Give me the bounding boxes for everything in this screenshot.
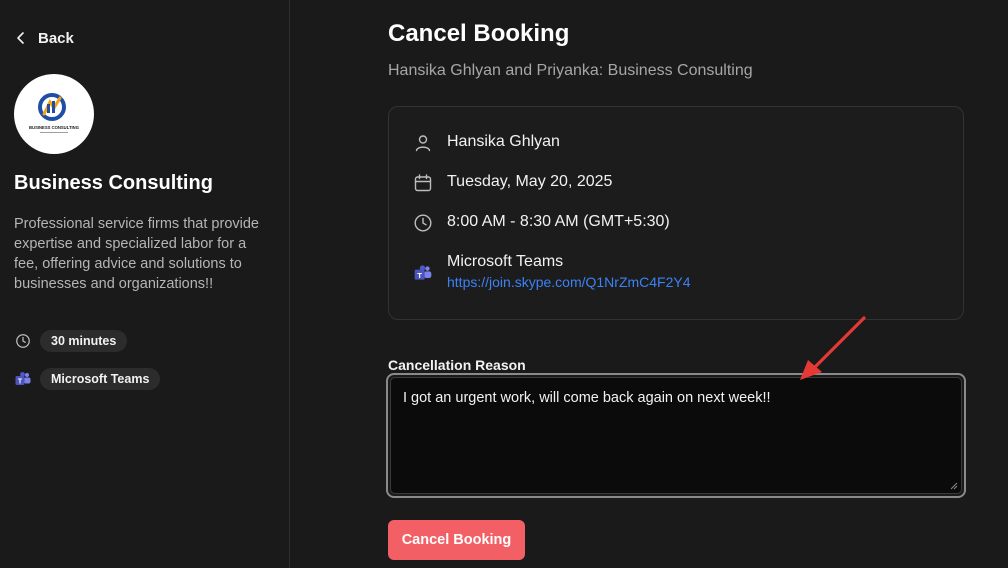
meeting-link[interactable]: https://join.skype.com/Q1NrZmC4F2Y4 — [447, 274, 691, 290]
attendee-name: Hansika Ghlyan — [447, 133, 560, 150]
event-title: Business Consulting — [14, 172, 213, 194]
svg-text:T: T — [18, 378, 23, 385]
svg-text:T: T — [417, 271, 422, 280]
attendee-row: Hansika Ghlyan — [413, 133, 560, 153]
company-logo: BUSINESS CONSULTING — [14, 74, 94, 154]
microsoft-teams-icon: T — [413, 263, 433, 283]
microsoft-teams-icon: T — [14, 370, 32, 388]
calendar-icon — [413, 173, 433, 193]
location-detail-row: T Microsoft Teams https://join.skype.com… — [413, 253, 691, 290]
location-badge: Microsoft Teams — [40, 368, 161, 390]
date-row: Tuesday, May 20, 2025 — [413, 173, 612, 193]
clock-icon — [413, 213, 433, 233]
time-row: 8:00 AM - 8:30 AM (GMT+5:30) — [413, 213, 670, 233]
user-icon — [413, 133, 433, 153]
cancellation-reason-wrapper: I got an urgent work, will come back aga… — [386, 373, 966, 498]
page-title: Cancel Booking — [388, 20, 570, 47]
business-consulting-logo-icon: BUSINESS CONSULTING — [29, 93, 79, 133]
svg-text:BUSINESS CONSULTING: BUSINESS CONSULTING — [29, 125, 79, 130]
back-label: Back — [38, 29, 74, 47]
duration-row: 30 minutes — [14, 330, 128, 352]
app-root: Back BUSINESS CONSULTING Business Consul… — [0, 0, 1008, 568]
sidebar: Back BUSINESS CONSULTING Business Consul… — [0, 0, 290, 568]
main-panel: Cancel Booking Hansika Ghlyan and Priyan… — [386, 0, 968, 568]
booking-details-card: Hansika Ghlyan Tuesday, May 20, 2025 8:0… — [388, 106, 964, 320]
clock-icon — [14, 332, 32, 350]
chevron-left-icon — [17, 32, 24, 44]
event-description: Professional service firms that provide … — [14, 216, 259, 292]
cancel-booking-button[interactable]: Cancel Booking — [388, 520, 525, 560]
booking-date: Tuesday, May 20, 2025 — [447, 173, 613, 190]
booking-time: 8:00 AM - 8:30 AM (GMT+5:30) — [447, 213, 670, 230]
page-subtitle: Hansika Ghlyan and Priyanka: Business Co… — [388, 62, 753, 79]
resize-handle-icon[interactable] — [950, 482, 958, 490]
duration-badge: 30 minutes — [40, 330, 128, 352]
cancellation-reason-input[interactable]: I got an urgent work, will come back aga… — [390, 377, 962, 494]
location-detail: Microsoft Teams https://join.skype.com/Q… — [447, 253, 691, 290]
back-button[interactable]: Back — [14, 28, 74, 48]
location-name: Microsoft Teams — [447, 253, 564, 270]
cancellation-reason-label: Cancellation Reason — [388, 357, 526, 373]
location-row: T Microsoft Teams — [14, 368, 161, 390]
